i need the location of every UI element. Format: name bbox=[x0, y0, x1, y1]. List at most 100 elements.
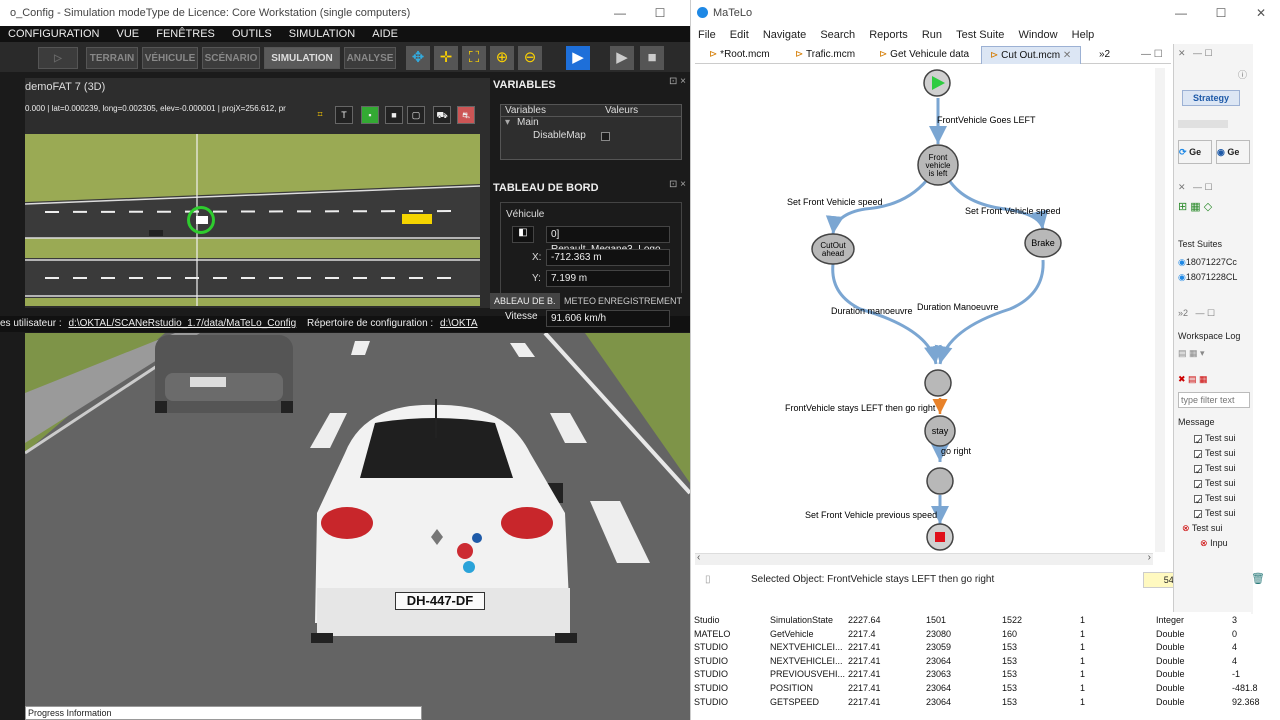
values-column-header[interactable]: Valeurs bbox=[605, 105, 638, 116]
vehicle-icon[interactable]: ◧ bbox=[512, 226, 534, 243]
maximize-icon[interactable]: ☐ bbox=[640, 0, 680, 26]
layer-green-icon[interactable]: ▪ bbox=[361, 106, 379, 124]
log-message-row[interactable]: ✓ Test sui bbox=[1194, 448, 1236, 461]
menu-search[interactable]: Search bbox=[820, 29, 855, 41]
edge-label-duration-right[interactable]: Duration Manoeuvre bbox=[917, 302, 999, 312]
3d-driving-view[interactable]: DH-447-DF bbox=[25, 333, 690, 720]
log-filter-input[interactable] bbox=[1178, 392, 1250, 408]
log-message-input[interactable]: ⊗ Inpu bbox=[1200, 538, 1228, 549]
tab-cut-out-mcm[interactable]: ⊳ Cut Out.mcm ✕ bbox=[981, 46, 1081, 64]
analyse-button[interactable]: ANALYSE bbox=[344, 47, 396, 69]
menu-fenetres[interactable]: FENÊTRES bbox=[156, 28, 215, 40]
message-column-header[interactable]: Message bbox=[1178, 417, 1215, 427]
garbage-collect-icon[interactable]: 🗑 bbox=[1251, 572, 1265, 585]
tab-meteo[interactable]: METEO bbox=[564, 293, 596, 309]
close-icon[interactable]: ✕ bbox=[1241, 0, 1280, 26]
menu-reports[interactable]: Reports bbox=[869, 29, 908, 41]
edge-label-go-right[interactable]: go right bbox=[941, 446, 971, 456]
menu-file[interactable]: File bbox=[698, 29, 716, 41]
scenario-button[interactable]: SCÉNARIO bbox=[202, 47, 260, 69]
menu-test-suite[interactable]: Test Suite bbox=[956, 29, 1004, 41]
log-row[interactable]: STUDIO PREVIOUSVEHI... 2217.41 23063 153 1 Dou… bbox=[694, 669, 1254, 682]
panel-close-icon[interactable]: ⊡ × bbox=[669, 179, 686, 190]
vehicle-field[interactable]: 0] Renault_Megane3_Logo bbox=[546, 226, 670, 255]
state-graph-canvas[interactable]: FrontVehicle Goes LEFT Front vehicle is le… bbox=[695, 64, 1161, 554]
maximize-icon[interactable]: ☐ bbox=[1201, 0, 1241, 26]
node-label-cutout-ahead[interactable]: CutOut ahead bbox=[811, 242, 855, 258]
test-suite-item-1[interactable]: ◉18071227Cc bbox=[1178, 257, 1237, 268]
log-row[interactable]: STUDIO NEXTVEHICLEI... 2217.41 23059 153 1 Dou… bbox=[694, 642, 1254, 655]
move-icon[interactable]: ✥ bbox=[406, 46, 430, 70]
panel-tabs-overflow[interactable]: »2 — ☐ bbox=[1178, 308, 1215, 319]
edge-label-stays-left[interactable]: FrontVehicle stays LEFT then go right bbox=[785, 403, 935, 413]
variables-column-header[interactable]: Variables bbox=[505, 105, 546, 116]
stop-icon[interactable]: ■ bbox=[640, 46, 664, 70]
tree-root-main[interactable]: Main bbox=[517, 117, 539, 128]
layer-white-icon[interactable]: ■ bbox=[385, 106, 403, 124]
test-suite-toolbar-icons[interactable]: ⊞ ▦ ◇ bbox=[1178, 200, 1212, 213]
help-icon[interactable]: ⓘ bbox=[1238, 68, 1247, 81]
fit-view-icon[interactable]: ⛶ bbox=[462, 46, 486, 70]
generate-button-1[interactable]: ⟳ Ge bbox=[1178, 140, 1212, 164]
car-icon[interactable]: ⛐ bbox=[457, 106, 475, 124]
tab-trafic-mcm[interactable]: ⊳ Trafic.mcm bbox=[787, 46, 869, 64]
minimize-icon[interactable]: — bbox=[600, 0, 640, 26]
text-toggle-icon[interactable]: T bbox=[335, 106, 353, 124]
log-message-row[interactable]: ✓ Test sui bbox=[1194, 508, 1236, 521]
vehicles-icon[interactable]: ⛟ bbox=[433, 106, 451, 124]
tab-tableau-de-bord[interactable]: ABLEAU DE B. bbox=[490, 293, 560, 309]
menu-edit[interactable]: Edit bbox=[730, 29, 749, 41]
simulation-button[interactable]: SIMULATION bbox=[264, 47, 340, 69]
log-row[interactable]: MATELO GetVehicle 2217.4 23080 160 1 Double 0 bbox=[694, 629, 1254, 642]
road-map-canvas[interactable] bbox=[25, 134, 480, 306]
user-data-path[interactable]: d:\OKTAL/SCANeRstudio_1.7/data/MaTeLo_Co… bbox=[68, 318, 296, 329]
menu-simulation[interactable]: SIMULATION bbox=[289, 28, 355, 40]
panel-close-icon[interactable]: ✕ — ☐ bbox=[1178, 182, 1213, 193]
zoom-out-icon[interactable]: ⊖ bbox=[518, 46, 542, 70]
terrain-button[interactable]: TERRAIN bbox=[86, 47, 138, 69]
log-row[interactable]: STUDIO NEXTVEHICLEI... 2217.41 23064 153 1 Dou… bbox=[694, 656, 1254, 669]
tab-get-vehicule-data[interactable]: ⊳ Get Vehicule data fr bbox=[871, 46, 977, 78]
panel-close-icon[interactable]: ✕ — ☐ bbox=[1178, 48, 1213, 59]
editor-min-max-icon[interactable]: — ☐ bbox=[1133, 46, 1169, 64]
log-row[interactable]: STUDIO GETSPEED 2217.41 23064 153 1 Double 92.3… bbox=[694, 697, 1260, 710]
clear-log-icon[interactable]: ✖ ▤ ▦ bbox=[1178, 374, 1208, 385]
menu-run[interactable]: Run bbox=[922, 29, 942, 41]
minimize-icon[interactable]: — bbox=[1161, 0, 1201, 26]
pan-icon[interactable]: ✛ bbox=[434, 46, 458, 70]
disablemap-checkbox[interactable] bbox=[601, 132, 610, 141]
layer-outline-icon[interactable]: ▢ bbox=[407, 106, 425, 124]
menu-vue[interactable]: VUE bbox=[117, 28, 140, 40]
graph-vertical-scrollbar[interactable] bbox=[1155, 68, 1165, 552]
graph-horizontal-scrollbar[interactable]: ‹ › bbox=[695, 552, 1153, 565]
zoom-in-icon[interactable]: ⊕ bbox=[490, 46, 514, 70]
strategy-tab[interactable]: Strategy bbox=[1182, 90, 1240, 106]
log-message-row[interactable]: ✓ Test sui bbox=[1194, 463, 1236, 476]
log-toolbar-icons[interactable]: ▤ ▦ ▾ bbox=[1178, 348, 1205, 359]
test-suite-item-2[interactable]: ◉18071228CL bbox=[1178, 272, 1237, 283]
menu-outils[interactable]: OUTILS bbox=[232, 28, 272, 40]
tab-enregistrement[interactable]: ENREGISTREMENT V. bbox=[598, 293, 690, 322]
menu-navigate[interactable]: Navigate bbox=[763, 29, 806, 41]
edge-label-set-speed-left[interactable]: Set Front Vehicle speed bbox=[787, 197, 883, 207]
tab-root-mcm[interactable]: ⊳ *Root.mcm bbox=[701, 46, 783, 64]
step-play-icon[interactable]: ▶ bbox=[566, 46, 590, 70]
log-message-row-error[interactable]: ⊗ Test sui bbox=[1182, 523, 1222, 534]
menu-window[interactable]: Window bbox=[1018, 29, 1057, 41]
vehicule-button[interactable]: VÉHICULE bbox=[142, 47, 198, 69]
log-row[interactable]: STUDIO POSITION 2217.41 23064 153 1 Double -481… bbox=[694, 683, 1258, 696]
panel-close-icon[interactable]: ⊡ × bbox=[669, 76, 686, 87]
edge-label-duration-left[interactable]: Duration manoeuvre bbox=[831, 306, 913, 316]
config-dir-path[interactable]: d:\OKTA bbox=[440, 318, 478, 329]
scroll-right-icon[interactable]: › bbox=[1148, 552, 1151, 563]
edge-label-previous-speed[interactable]: Set Front Vehicle previous speed bbox=[805, 510, 937, 520]
tabs-overflow[interactable]: »2 bbox=[1091, 46, 1115, 64]
log-message-row[interactable]: ✓ Test sui bbox=[1194, 433, 1236, 446]
edge-label-goes-left[interactable]: FrontVehicle Goes LEFT bbox=[937, 115, 1036, 125]
edge-label-set-speed-right[interactable]: Set Front Vehicle speed bbox=[965, 206, 1061, 216]
menu-aide[interactable]: AIDE bbox=[372, 28, 398, 40]
menu-help[interactable]: Help bbox=[1072, 29, 1095, 41]
node-label-brake[interactable]: Brake bbox=[1025, 238, 1061, 248]
log-row[interactable]: Studio SimulationState 2227.64 1501 1522 1 Int… bbox=[694, 615, 1254, 628]
node-label-front-vehicle-left[interactable]: Front vehicle is left bbox=[917, 154, 959, 178]
